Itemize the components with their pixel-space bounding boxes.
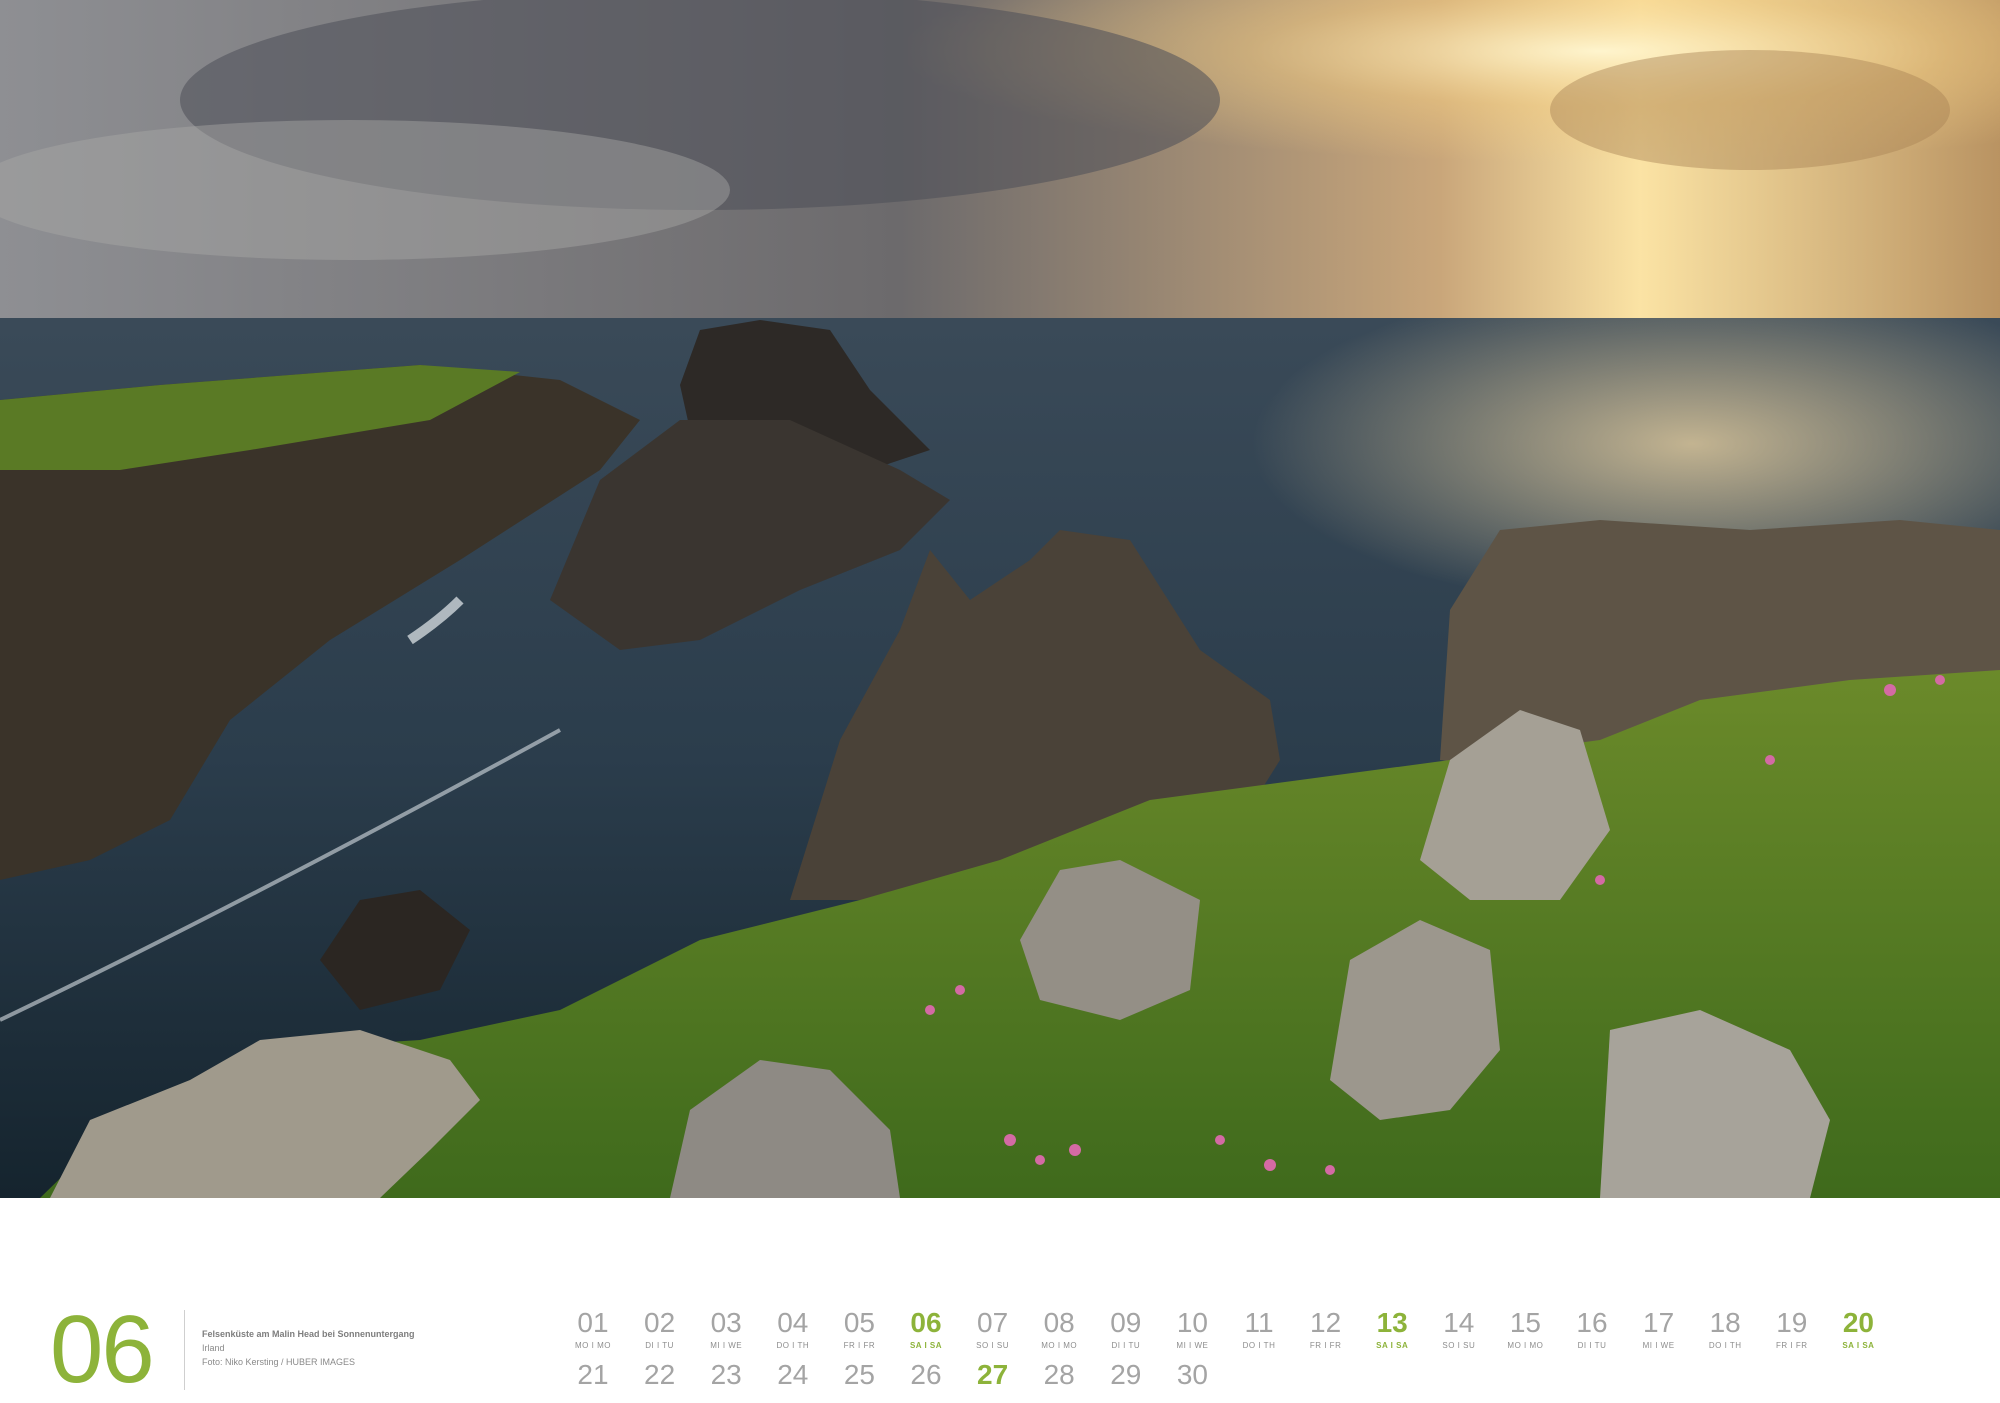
calendar-day: 19 FR I FR xyxy=(1762,1308,1822,1351)
day-number: 19 xyxy=(1776,1307,1808,1338)
weekday-label: SA I SA xyxy=(1842,1341,1875,1350)
day-number: 18 xyxy=(1709,1307,1741,1338)
day-number: 01 xyxy=(577,1307,609,1338)
weekday-label: DO I TH xyxy=(776,1341,810,1350)
calendar-day: 22 xyxy=(630,1360,690,1390)
calendar-day: 17 MI I WE xyxy=(1629,1308,1689,1351)
photo-caption: Felsenküste am Malin Head bei Sonnenunte… xyxy=(202,1327,522,1369)
calendar-day: 18 DO I TH xyxy=(1695,1308,1755,1351)
day-number: 07 xyxy=(977,1307,1009,1338)
weekday-label: MO I MO xyxy=(1507,1341,1544,1350)
day-number: 09 xyxy=(1110,1307,1142,1338)
day-number: 28 xyxy=(1043,1359,1075,1390)
calendar-day: 01 MO I MO xyxy=(563,1308,623,1351)
weekday-label: DI I TU xyxy=(1111,1341,1141,1350)
calendar-day: 16 DI I TU xyxy=(1562,1308,1622,1351)
weekday-label: FR I FR xyxy=(843,1341,876,1350)
day-number: 27 xyxy=(977,1359,1009,1390)
calendar-day: 06 SA I SA xyxy=(896,1308,956,1351)
weekday-label: DI I TU xyxy=(1577,1341,1607,1350)
calendar-day: 10 MI I WE xyxy=(1162,1308,1222,1351)
day-number: 26 xyxy=(910,1359,942,1390)
weekday-label: FR I FR xyxy=(1776,1341,1808,1350)
calendar-day: 11 DO I TH xyxy=(1229,1308,1289,1351)
calendar-day: 09 DI I TU xyxy=(1096,1308,1156,1351)
weekday-label: MI I WE xyxy=(710,1341,743,1350)
day-number: 10 xyxy=(1176,1307,1208,1338)
day-number: 13 xyxy=(1376,1307,1408,1338)
day-number: 22 xyxy=(644,1359,676,1390)
calendar-day: 26 xyxy=(896,1360,956,1390)
weekday-label: MI I WE xyxy=(1642,1341,1675,1350)
day-number: 03 xyxy=(710,1307,742,1338)
weekday-label: SO I SU xyxy=(976,1341,1010,1350)
day-number: 06 xyxy=(910,1307,942,1338)
weekday-label: MI I WE xyxy=(1176,1341,1209,1350)
day-number: 25 xyxy=(843,1359,875,1390)
day-number: 23 xyxy=(710,1359,742,1390)
calendar-day: 03 MI I WE xyxy=(696,1308,756,1351)
day-number: 02 xyxy=(644,1307,676,1338)
weekday-label: DO I TH xyxy=(1242,1341,1276,1350)
caption-title: Felsenküste am Malin Head bei Sonnenunte… xyxy=(202,1329,415,1339)
day-number: 21 xyxy=(577,1359,609,1390)
caption-location: Irland xyxy=(202,1343,225,1353)
calendar-day: 21 xyxy=(563,1360,623,1390)
calendar-day: 30 xyxy=(1162,1360,1222,1390)
calendar-day: 29 xyxy=(1096,1360,1156,1390)
day-number: 05 xyxy=(843,1307,875,1338)
calendar-day: 04 DO I TH xyxy=(763,1308,823,1351)
calendar-day: 08 MO I MO xyxy=(1029,1308,1089,1351)
month-divider xyxy=(184,1310,185,1390)
day-number: 11 xyxy=(1244,1307,1274,1338)
weekday-label: MO I MO xyxy=(575,1341,611,1350)
weekday-label: DI I TU xyxy=(645,1341,674,1350)
calendar-day: 25 xyxy=(829,1360,889,1390)
day-number: 08 xyxy=(1043,1307,1075,1338)
day-number: 29 xyxy=(1110,1359,1142,1390)
month-number: 06 xyxy=(50,1296,155,1403)
calendar-day: 13 SA I SA xyxy=(1362,1308,1422,1351)
calendar-day: 02 DI I TU xyxy=(630,1308,690,1351)
day-number: 30 xyxy=(1176,1359,1208,1390)
calendar-day: 23 xyxy=(696,1360,756,1390)
day-number: 04 xyxy=(777,1307,809,1338)
calendar-day: 28 xyxy=(1029,1360,1089,1390)
weekday-label: DO I TH xyxy=(1708,1341,1742,1350)
day-number: 17 xyxy=(1643,1307,1675,1338)
calendar-day: 07 SO I SU xyxy=(963,1308,1023,1351)
day-number: 15 xyxy=(1509,1307,1541,1338)
weekday-label: SO I SU xyxy=(1442,1341,1476,1350)
day-number: 20 xyxy=(1842,1307,1874,1338)
day-number: 12 xyxy=(1310,1307,1342,1338)
day-number: 24 xyxy=(777,1359,809,1390)
day-number: 16 xyxy=(1576,1307,1608,1338)
calendar-day: 12 FR I FR xyxy=(1296,1308,1356,1351)
calendar-day: 14 SO I SU xyxy=(1429,1308,1489,1351)
weekday-label: FR I FR xyxy=(1309,1341,1342,1350)
day-number: 14 xyxy=(1443,1307,1475,1338)
calendar-day: 27 xyxy=(963,1360,1023,1390)
landscape-photo xyxy=(0,0,2000,1198)
calendar-day: 05 FR I FR xyxy=(829,1308,889,1351)
caption-credit: Foto: Niko Kersting / HUBER IMAGES xyxy=(202,1357,356,1367)
calendar-day: 15 MO I MO xyxy=(1495,1308,1555,1351)
calendar-day: 24 xyxy=(763,1360,823,1390)
calendar-day: 20 SA I SA xyxy=(1828,1308,1888,1351)
weekday-label: SA I SA xyxy=(909,1341,943,1350)
weekday-label: MO I MO xyxy=(1041,1341,1078,1350)
weekday-label: SA I SA xyxy=(1376,1341,1409,1350)
